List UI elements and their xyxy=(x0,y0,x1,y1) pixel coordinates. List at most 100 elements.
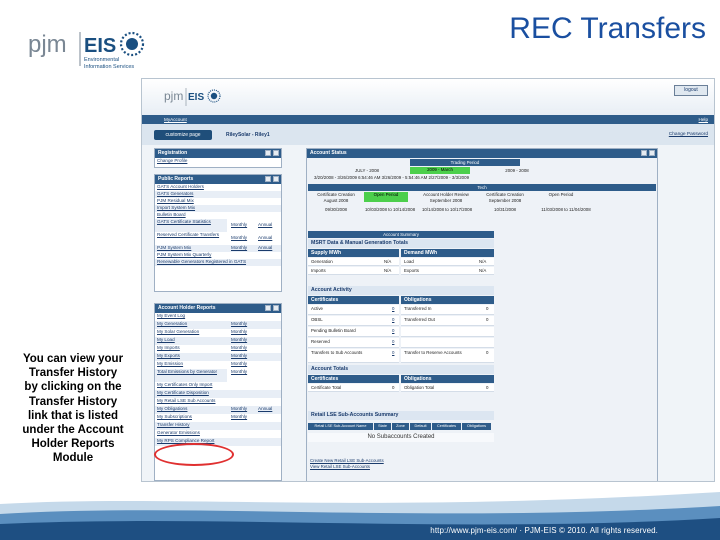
create-subaccount-link[interactable]: Create New Retail LSE Sub-Accounts xyxy=(310,458,384,464)
demand-row-label: Exports xyxy=(404,268,419,273)
caption-line: link that is listed xyxy=(27,409,119,422)
tech-date: 10/14/2008 to 10/17/2008 xyxy=(421,207,473,212)
supply-row-value: N/A xyxy=(384,268,392,273)
close-icon[interactable] xyxy=(273,150,279,156)
retail-column-header: Obligations xyxy=(462,423,491,430)
monthly-link[interactable]: Monthly xyxy=(231,321,247,327)
cert-total-value: 0 xyxy=(392,385,395,390)
demand-label: Demand MWh xyxy=(401,249,494,257)
cert-row-value[interactable]: 0 xyxy=(392,328,394,334)
monthly-link[interactable]: Monthly xyxy=(231,222,247,228)
oblig-total-value: 0 xyxy=(486,385,489,390)
monthly-link[interactable]: Monthly xyxy=(231,337,247,343)
list-item[interactable]: GATS Generators xyxy=(155,191,281,198)
list-item[interactable]: Bulletin Board xyxy=(155,212,281,219)
list-item[interactable]: Import System Mix xyxy=(155,205,281,212)
transfer-history-link[interactable]: Transfer History xyxy=(155,422,281,430)
list-item-label[interactable]: PJM System Mix xyxy=(157,245,191,250)
monthly-link[interactable]: Monthly xyxy=(231,345,247,351)
annual-link[interactable]: Annual xyxy=(258,235,272,241)
svg-text:EIS: EIS xyxy=(188,92,204,103)
list-item[interactable]: Renewable Generators Registered in GATS xyxy=(155,259,281,266)
retail-lse-label: Retail LSE Sub-Accounts Summary xyxy=(308,411,494,420)
close-icon[interactable] xyxy=(649,150,655,156)
tech-date: 11/03/2008 to 11/04/2008 xyxy=(541,207,591,212)
annual-link[interactable]: Annual xyxy=(258,245,272,251)
cert-row-value[interactable]: 0 xyxy=(392,350,394,356)
change-password-link[interactable]: Change Password xyxy=(669,132,708,138)
list-item: Total Emissions by Generator Monthly xyxy=(155,369,247,382)
list-item[interactable]: PJM System Mix Quarterly xyxy=(155,252,281,259)
oblig-row-value[interactable]: 0 xyxy=(486,350,488,356)
list-item-label[interactable]: My Obligations xyxy=(157,406,187,411)
list-item-label[interactable]: My Emission xyxy=(157,361,183,366)
monthly-link[interactable]: Monthly xyxy=(231,369,247,375)
list-item[interactable]: My Certificates Only Import xyxy=(155,382,281,390)
oblig-row-value[interactable]: 0 xyxy=(486,306,488,312)
logo-line1: Environmental xyxy=(84,57,119,63)
list-item[interactable]: PJM Residual Mix xyxy=(155,198,281,205)
annual-link[interactable]: Annual xyxy=(258,406,272,412)
minimize-icon[interactable] xyxy=(265,305,271,311)
monthly-link[interactable]: Monthly xyxy=(231,245,247,251)
list-item[interactable]: My Certificate Disposition xyxy=(155,390,281,398)
monthly-link[interactable]: Monthly xyxy=(231,329,247,335)
retail-column-header: Certificates xyxy=(432,423,461,430)
user-name: RileySolar - Riley1 xyxy=(226,132,270,138)
list-item-label[interactable]: GATS Certificate Statistics xyxy=(157,219,211,224)
tech-date: 10/31/2008 xyxy=(494,207,516,212)
app-header: pjm EIS logout xyxy=(142,79,714,115)
monthly-link[interactable]: Monthly xyxy=(231,235,247,241)
cert-row-label: Active xyxy=(311,306,323,311)
list-item[interactable]: My Event Log xyxy=(155,313,281,321)
monthly-link[interactable]: Monthly xyxy=(231,353,247,359)
change-profile-link[interactable]: Change Profile xyxy=(155,158,281,165)
cert-row-value[interactable]: 0 xyxy=(392,339,394,345)
list-item-label[interactable]: My Solar Generation xyxy=(157,329,199,334)
logout-button[interactable]: logout xyxy=(674,85,708,96)
monthly-link[interactable]: Monthly xyxy=(231,414,247,420)
minimize-icon[interactable] xyxy=(641,150,647,156)
close-icon[interactable] xyxy=(273,176,279,182)
cert-row-value[interactable]: 0 xyxy=(392,317,394,323)
list-item-label[interactable]: My Generation xyxy=(157,321,187,326)
app-logo: pjm EIS xyxy=(164,88,221,106)
list-item-label[interactable]: My Load xyxy=(157,337,175,342)
list-item[interactable]: GATS Account Holders xyxy=(155,184,281,191)
list-item: My Generation Monthly xyxy=(155,321,281,329)
list-item-label[interactable]: Reserved Certificate Transfers xyxy=(157,232,219,237)
caption-line: by clicking on the xyxy=(24,381,122,394)
list-item-label[interactable]: Total Emissions by Generator xyxy=(157,369,217,374)
retail-empty-message: No Subaccounts Created xyxy=(308,433,494,442)
cert-row-value[interactable]: 0 xyxy=(392,306,394,312)
oblig-row-value[interactable]: 0 xyxy=(486,317,488,323)
caption-line: Transfer History xyxy=(28,395,118,408)
list-item: PJM System Mix Monthly Annual xyxy=(155,245,281,252)
caption-line: Module xyxy=(52,452,94,465)
logo-name: EIS xyxy=(84,35,116,57)
list-item-label[interactable]: My Imports xyxy=(157,345,180,350)
sunburst-icon xyxy=(119,31,145,57)
monthly-link[interactable]: Monthly xyxy=(231,406,247,412)
account-status-header: Account Status xyxy=(307,149,657,158)
customize-page-button[interactable]: customize page xyxy=(154,130,212,140)
list-item[interactable]: Generator Emissions xyxy=(155,430,281,438)
panel-title: Public Reports xyxy=(158,176,194,182)
list-item[interactable]: My Retail LSE Sub Accounts xyxy=(155,398,281,406)
minimize-icon[interactable] xyxy=(265,176,271,182)
oblig-total-label: Obligation Total xyxy=(404,385,435,390)
annual-link[interactable]: Annual xyxy=(258,222,272,228)
nav-my-account[interactable]: MyAccount xyxy=(164,117,187,123)
nav-help[interactable]: Help xyxy=(699,117,708,123)
caption: You can view your Transfer History by cl… xyxy=(14,352,132,466)
close-icon[interactable] xyxy=(273,305,279,311)
list-item-label[interactable]: My Subscriptions xyxy=(157,414,192,419)
list-item-label[interactable]: My Exports xyxy=(157,353,180,358)
account-holder-reports-list: My Event Log My Generation Monthly My Sol… xyxy=(155,313,281,446)
period-col: 2009 - 2008 xyxy=(505,168,529,173)
tech-col: Account Holder Review September 2008 xyxy=(423,192,469,203)
view-subaccount-link[interactable]: View Retail LSE Sub-Accounts xyxy=(310,464,370,470)
minimize-icon[interactable] xyxy=(265,150,271,156)
monthly-link[interactable]: Monthly xyxy=(231,361,247,367)
oblig-row-label: Transferred In xyxy=(404,306,432,311)
